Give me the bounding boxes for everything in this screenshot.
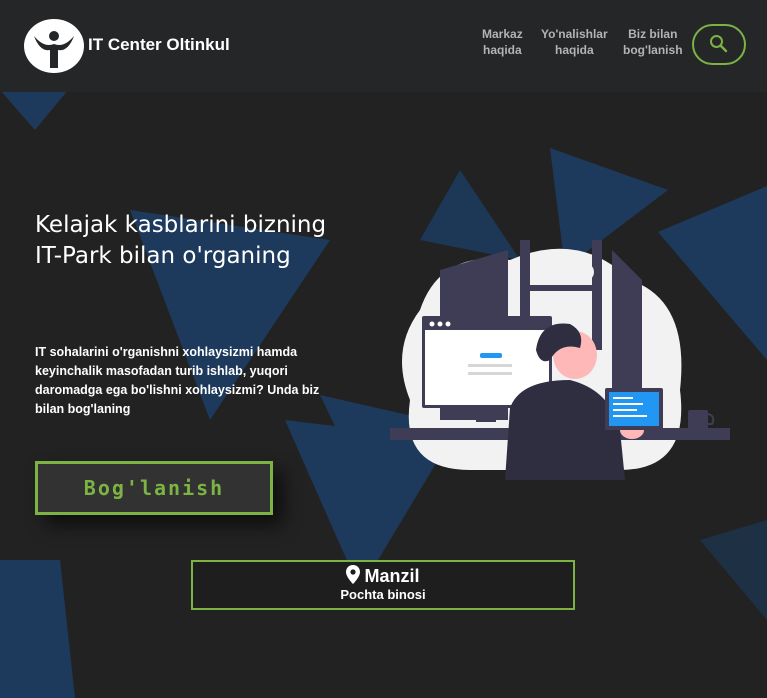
- search-icon: [710, 35, 728, 53]
- hero-description: IT sohalarini o'rganishni xohlaysizmi ha…: [35, 345, 320, 416]
- nav-directions[interactable]: Yo'nalishlar haqida: [541, 26, 608, 58]
- address-title: Manzil: [364, 566, 420, 586]
- contact-button[interactable]: Bog'lanish: [35, 461, 273, 515]
- address-subtitle: Pochta binosi: [340, 587, 426, 602]
- hero-title: Kelajak kasblarini bizning IT-Park bilan…: [35, 212, 327, 269]
- nav-about-center[interactable]: Markaz haqida: [482, 26, 523, 58]
- brand-name[interactable]: IT Center Oltinkul: [88, 35, 230, 55]
- logo-icon: [24, 19, 84, 73]
- site-header: IT Center Oltinkul Markaz haqida Yo'nali…: [0, 0, 767, 92]
- nav-contact[interactable]: Biz bilan bog'lanish: [623, 26, 683, 58]
- address-card[interactable]: Manzil Pochta binosi: [191, 560, 575, 610]
- map-pin-icon: [346, 565, 361, 584]
- address-heading: Manzil: [193, 565, 573, 587]
- developer-illustration: [390, 240, 730, 480]
- search-button[interactable]: [692, 24, 746, 65]
